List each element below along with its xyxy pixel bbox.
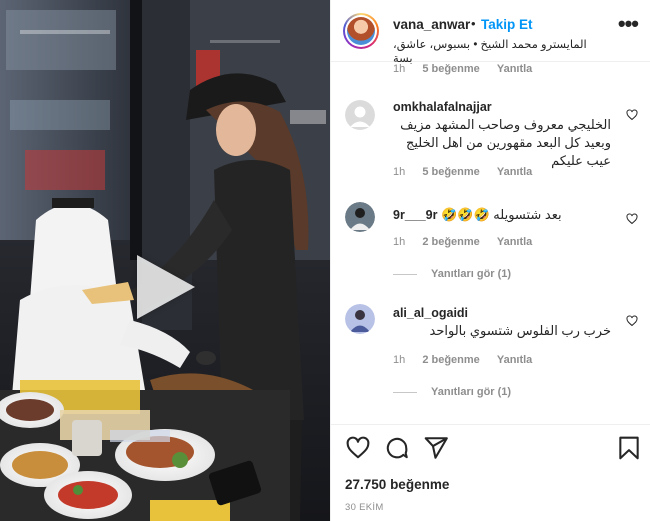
- comment-time: 1h: [393, 166, 406, 178]
- default-avatar-icon[interactable]: [345, 100, 375, 130]
- comment-like-count[interactable]: 5 beğenme: [422, 63, 479, 75]
- comment-like-count[interactable]: 2 beğenme: [422, 354, 479, 366]
- reply-button[interactable]: Yanıtla: [497, 63, 532, 75]
- view-replies-button[interactable]: Yanıtları gör (1): [393, 386, 511, 398]
- comment-time: 1h: [393, 63, 406, 75]
- location-label[interactable]: المايسترو محمد الشيخ • بسبوس، عاشق، بسة: [393, 37, 603, 65]
- follow-button[interactable]: Takip Et: [481, 17, 533, 32]
- post-video[interactable]: [0, 0, 330, 521]
- comment-time: 1h: [393, 354, 406, 366]
- comment-text: خرب رب الفلوس شتسوي بالواحد: [429, 323, 611, 338]
- comment-username[interactable]: 9r___9r: [393, 208, 438, 222]
- post-side-panel: vana_anwar • Takip Et المايسترو محمد الش…: [330, 0, 650, 521]
- post-date[interactable]: 30 EKİM: [345, 502, 384, 513]
- person-avatar-icon[interactable]: [345, 304, 375, 334]
- likes-count: 27.750: [345, 477, 387, 492]
- comment-content: 9r___9r بعد شتسويله 🤣🤣🤣: [393, 206, 611, 224]
- divider-line: [393, 273, 417, 275]
- comment-text: الخليجي معروف وصاحب المشهد مزيف وبعيد كل…: [400, 117, 611, 168]
- reply-button[interactable]: Yanıtla: [497, 354, 532, 366]
- bookmark-icon[interactable]: [616, 435, 642, 461]
- view-replies-button[interactable]: Yanıtları gör (1): [393, 268, 511, 280]
- likes-summary[interactable]: 27.750 beğenme: [345, 477, 449, 492]
- more-options-icon[interactable]: •••: [618, 13, 639, 35]
- comment-heart-icon[interactable]: [626, 314, 638, 327]
- comment-icon[interactable]: [384, 435, 410, 461]
- likes-label: beğenme: [390, 477, 450, 492]
- comments-list[interactable]: 1h 5 beğenme Yanıtla omkhalafalnajjar ال…: [331, 62, 650, 424]
- comment-username[interactable]: ali_al_ogaidi: [393, 306, 468, 320]
- view-replies-label: Yanıtları gör (1): [431, 386, 512, 398]
- header-separator: •: [471, 16, 476, 31]
- comment-meta: 1h 2 beğenme Yanıtla: [393, 236, 546, 248]
- post-header: vana_anwar • Takip Et المايسترو محمد الش…: [331, 0, 650, 65]
- author-username[interactable]: vana_anwar: [393, 17, 470, 32]
- comment-content: ali_al_ogaidi خرب رب الفلوس شتسوي بالواح…: [393, 304, 611, 340]
- heart-icon[interactable]: [345, 435, 371, 461]
- author-avatar[interactable]: [343, 13, 379, 49]
- divider-line: [393, 391, 417, 393]
- comment-like-count[interactable]: 5 beğenme: [422, 166, 479, 178]
- comment-text: بعد شتسويله 🤣🤣🤣: [441, 207, 562, 222]
- comment-content: omkhalafalnajjar الخليجي معروف وصاحب الم…: [393, 98, 611, 170]
- comment-like-count[interactable]: 2 beğenme: [422, 236, 479, 248]
- share-icon[interactable]: [423, 435, 449, 461]
- view-replies-label: Yanıtları gör (1): [431, 268, 512, 280]
- comment-heart-icon[interactable]: [626, 108, 638, 121]
- comment-time: 1h: [393, 236, 406, 248]
- comment-username[interactable]: omkhalafalnajjar: [393, 100, 492, 114]
- play-icon[interactable]: [137, 255, 195, 319]
- person-avatar-icon[interactable]: [345, 202, 375, 232]
- instagram-post-modal: vana_anwar • Takip Et المايسترو محمد الش…: [0, 0, 650, 521]
- comment-meta: 1h 2 beğenme Yanıtla: [393, 354, 546, 366]
- post-actions: 27.750 beğenme 30 EKİM: [331, 424, 650, 521]
- reply-button[interactable]: Yanıtla: [497, 236, 532, 248]
- comment-heart-icon[interactable]: [626, 212, 638, 225]
- comment-meta: 1h 5 beğenme Yanıtla: [393, 166, 546, 178]
- reply-button[interactable]: Yanıtla: [497, 166, 532, 178]
- comment-meta: 1h 5 beğenme Yanıtla: [393, 63, 546, 75]
